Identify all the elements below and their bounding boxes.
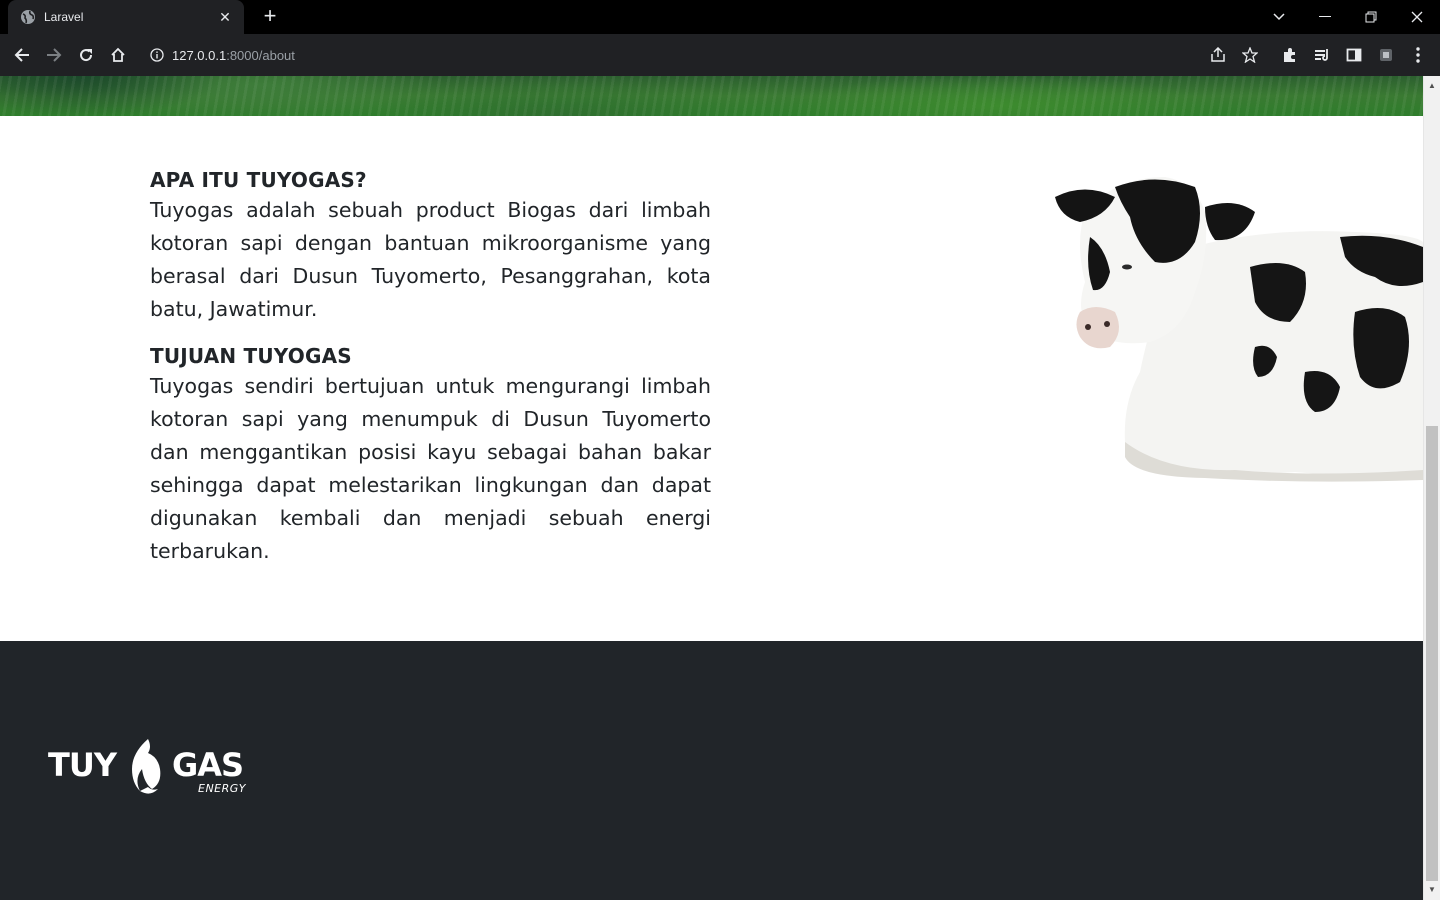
info-icon (150, 48, 164, 62)
side-panel-button[interactable] (1342, 43, 1366, 67)
restore-icon (1365, 11, 1377, 23)
share-button[interactable] (1206, 43, 1230, 67)
star-icon (1242, 47, 1258, 63)
home-button[interactable] (106, 43, 130, 67)
menu-button[interactable] (1406, 43, 1430, 67)
flame-icon (132, 739, 161, 794)
about-paragraph: Tuyogas adalah sebuah product Biogas dar… (150, 198, 711, 321)
url-host: 127.0.0.1 (172, 47, 227, 63)
profile-button[interactable] (1374, 43, 1398, 67)
minimize-icon (1319, 16, 1331, 17)
forward-button[interactable] (42, 43, 66, 67)
reload-icon (80, 49, 93, 62)
cow-image (1055, 177, 1423, 482)
page-viewport: APA ITU TUYOGAS? Tuyogas adalah sebuah p… (0, 76, 1423, 900)
close-icon (1411, 11, 1423, 23)
tab-strip: Laravel ✕ + (0, 0, 1440, 34)
browser-tab[interactable]: Laravel ✕ (8, 0, 244, 34)
scroll-down-arrow[interactable]: ▼ (1424, 882, 1440, 898)
back-button[interactable] (10, 43, 34, 67)
browser-toolbar: 127.0.0.1:8000/about (0, 34, 1440, 76)
more-vert-icon (1416, 47, 1420, 63)
about-section: APA ITU TUYOGAS? Tuyogas adalah sebuah p… (150, 166, 711, 568)
home-icon (111, 47, 125, 62)
goal-paragraph: Tuyogas sendiri bertujuan untuk menguran… (150, 374, 711, 563)
bookmark-button[interactable] (1238, 43, 1262, 67)
url-text: 127.0.0.1:8000/about (172, 48, 295, 63)
profile-icon (1380, 49, 1392, 61)
about-heading: APA ITU TUYOGAS? (150, 168, 367, 192)
side-panel-icon (1346, 48, 1362, 62)
hero-image (0, 76, 1423, 116)
address-bar[interactable]: 127.0.0.1:8000/about (140, 39, 1240, 71)
puzzle-icon (1284, 48, 1295, 62)
tab-title: Laravel (44, 10, 84, 24)
minimize-button[interactable] (1302, 0, 1348, 34)
reload-button[interactable] (74, 43, 98, 67)
restore-button[interactable] (1348, 0, 1394, 34)
page-scrollbar[interactable]: ▲ ▼ (1423, 76, 1440, 900)
scroll-up-arrow[interactable]: ▲ (1424, 78, 1440, 94)
arrow-left-icon (14, 48, 29, 62)
share-icon (1211, 47, 1225, 62)
tab-close-icon[interactable]: ✕ (216, 9, 234, 26)
tuyogas-logo[interactable]: TUY GAS ENERGY (48, 739, 250, 799)
playlist-icon (1315, 49, 1328, 61)
close-window-button[interactable] (1394, 0, 1440, 34)
scrollbar-thumb[interactable] (1426, 426, 1438, 881)
goal-heading: TUJUAN TUYOGAS (150, 344, 352, 368)
logo-text-tuy: TUY (48, 746, 117, 784)
chevron-down-icon (1273, 13, 1285, 21)
site-footer: TUY GAS ENERGY (0, 641, 1423, 900)
globe-icon (21, 10, 35, 24)
logo-tagline: ENERGY (198, 782, 247, 795)
logo-text-gas: GAS (172, 746, 244, 784)
new-tab-button[interactable]: + (258, 5, 282, 29)
arrow-right-icon (47, 48, 62, 62)
url-path: :8000/about (226, 47, 295, 63)
media-control-button[interactable] (1310, 43, 1334, 67)
extensions-button[interactable] (1278, 43, 1302, 67)
tab-search-button[interactable] (1256, 0, 1302, 34)
